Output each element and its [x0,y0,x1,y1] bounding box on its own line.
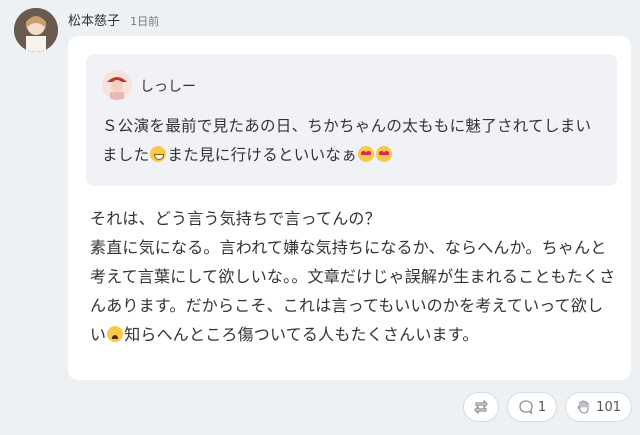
heart-eyes-emoji-icon [376,146,393,162]
quoted-author-name[interactable]: しっしー [140,76,196,96]
grin-emoji-icon [150,146,167,162]
repost-button[interactable] [462,392,499,422]
quoted-author-avatar[interactable] [102,70,132,100]
post-body: それは、どう言う気持ちで言ってんの？ 素直に気になる。言われて嫌な気持ちになるか… [90,204,616,349]
post-body-text: 知らへんところ傷ついてる人もたくさんいます。 [124,325,479,344]
heart-eyes-emoji-icon [358,146,375,162]
quoted-post-text: Ｓ公演を最前で見たあの日、ちかちゃんの太ももに魅了されてしまいました また見に行け… [102,112,602,170]
clap-icon [577,400,589,414]
post-actions: 1 101 [462,392,632,422]
reply-icon [519,400,533,415]
clap-button[interactable]: 101 [565,392,632,422]
repost-icon [474,400,488,414]
clap-count: 101 [596,399,621,415]
post-header: 松本慈子 1日前 [68,10,159,29]
author-name[interactable]: 松本慈子 [68,14,120,29]
post-time: 1日前 [130,15,160,28]
reply-button[interactable]: 1 [506,392,558,422]
sad-emoji-icon [107,326,124,342]
post-body-line: それは、どう言う気持ちで言ってんの？ [90,209,381,228]
quoted-text-part2: また見に行けるといいなぁ [167,146,358,164]
post-body-paragraph: 素直に気になる。言われて嫌な気持ちになるか、ならへんか。ちゃんと考えて言葉にして… [90,233,616,349]
reply-count: 1 [537,399,547,415]
author-avatar[interactable] [14,8,58,52]
